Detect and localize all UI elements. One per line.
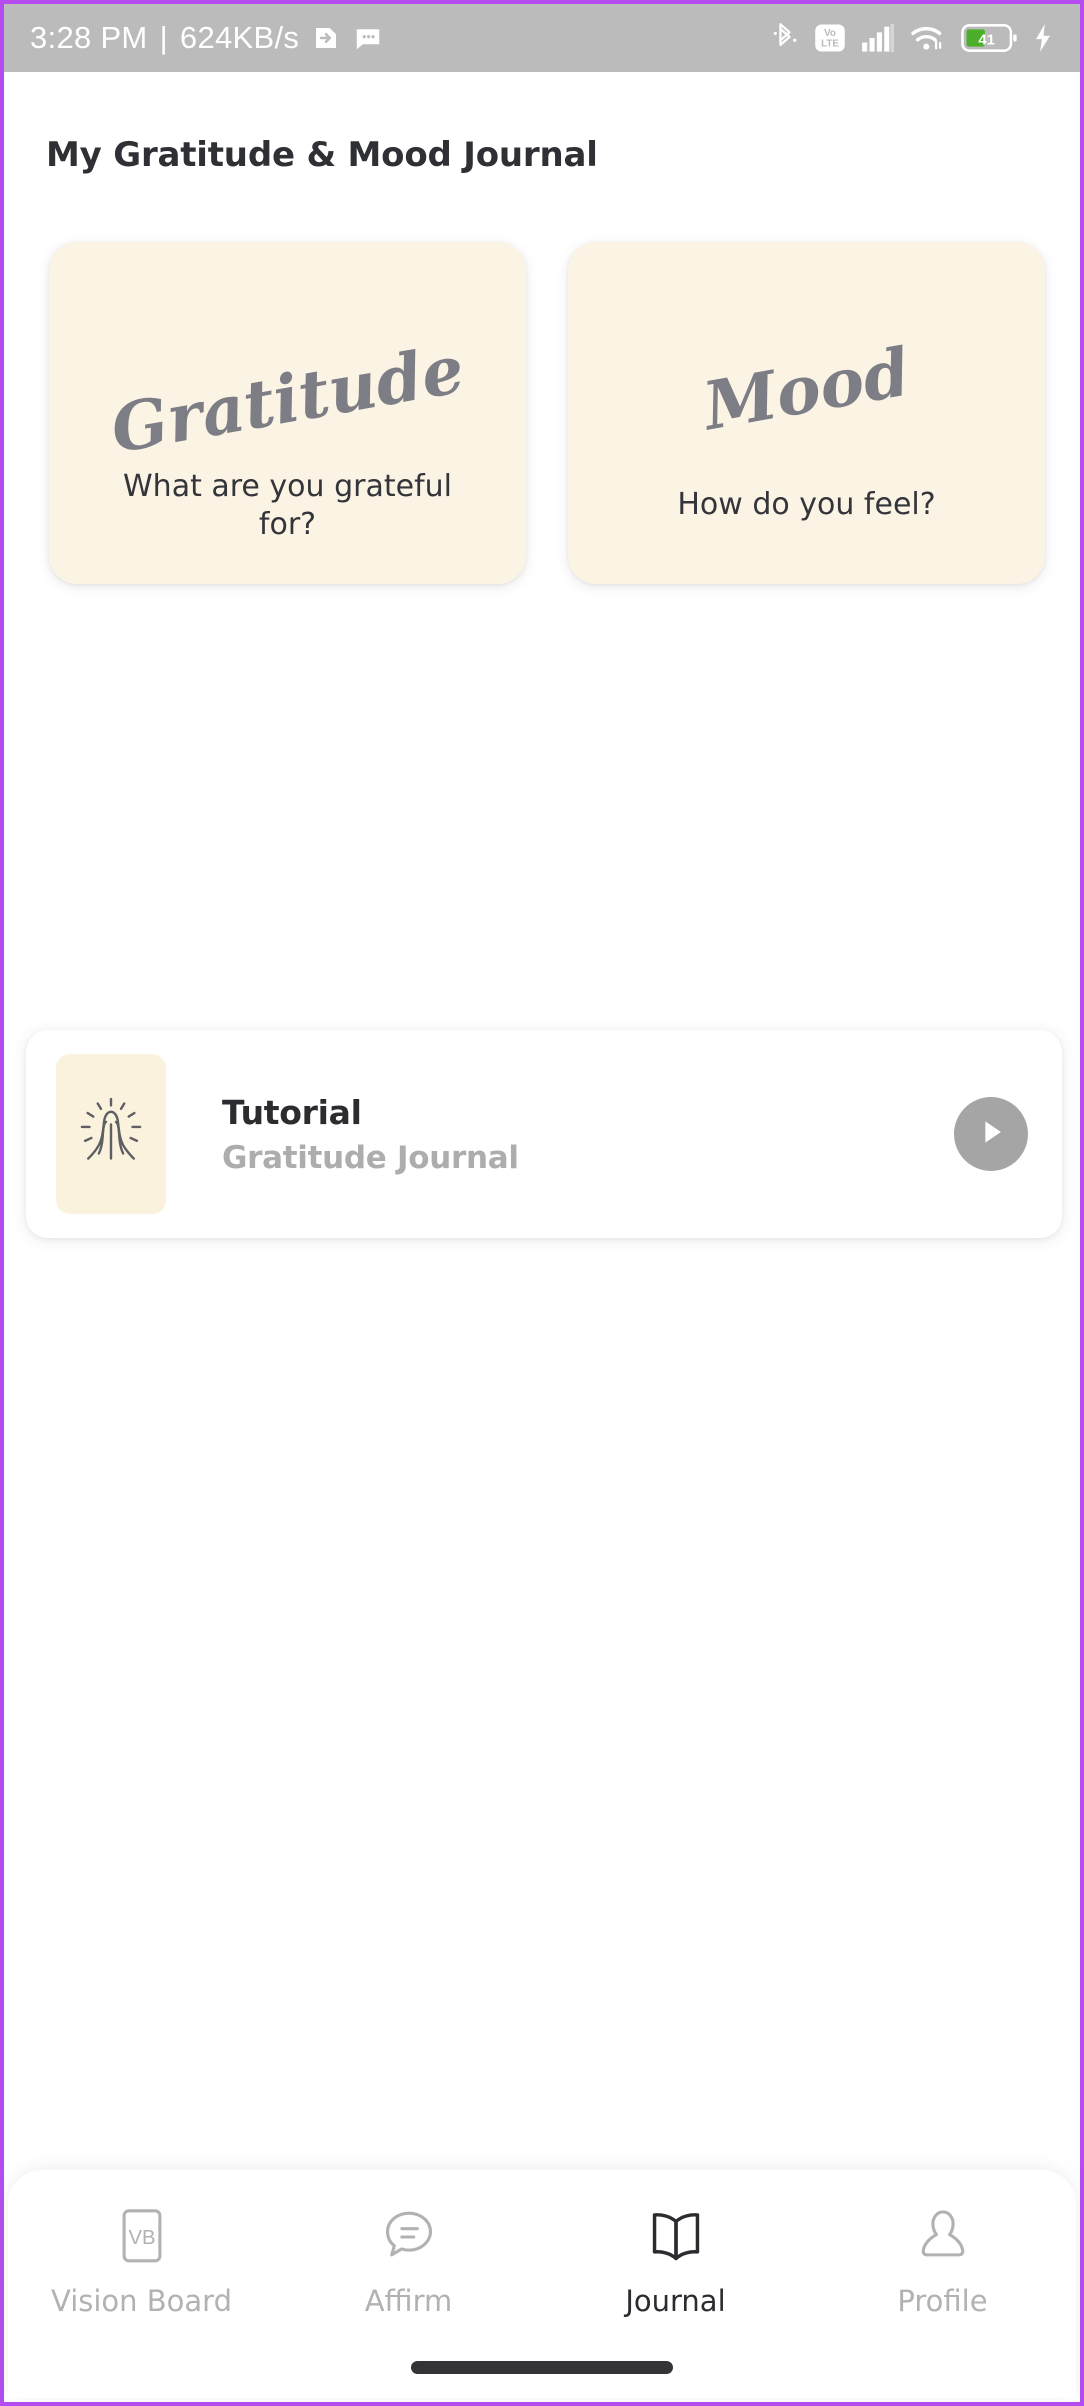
mood-question: How do you feel? [677,487,936,522]
nav-label-affirm: Affirm [364,2284,453,2318]
person-icon [915,2206,971,2268]
nav-item-vision-board[interactable]: VB Vision Board [8,2206,275,2318]
tutorial-play-button[interactable] [954,1097,1028,1171]
gratitude-card[interactable]: Gratitude What are you grateful for? [49,242,526,584]
praying-hands-icon [73,1089,149,1180]
page-title: My Gratitude & Mood Journal [46,135,598,175]
nav-label-journal: Journal [625,2284,726,2318]
bluetooth-icon [771,22,799,54]
status-bar-left: 3:28 PM | 624KB/s [30,20,771,56]
nav-item-profile[interactable]: Profile [809,2206,1076,2318]
play-icon [974,1115,1008,1154]
speech-bubble-icon [379,2206,439,2268]
mood-card[interactable]: Mood How do you feel? [568,242,1045,584]
mood-script-label: Mood [697,332,916,446]
app-screen: 3:28 PM | 624KB/s Vo LTE 41 My Gratitude… [0,0,1084,2406]
status-time: 3:28 PM [30,20,148,55]
bottom-nav-items: VB Vision Board Affirm Journal Profile [8,2206,1076,2318]
vision-board-icon: VB [114,2206,170,2268]
message-icon [353,23,383,53]
nav-label-vision-board: Vision Board [51,2284,232,2318]
gratitude-question: What are you grateful for? [123,469,452,543]
signal-icon [861,23,895,53]
status-separator: | [159,20,168,55]
charging-icon [1032,23,1054,53]
wifi-icon [910,23,946,53]
screenshot-icon [311,23,341,53]
svg-text:Vo: Vo [824,28,836,39]
status-bar: 3:28 PM | 624KB/s Vo LTE 41 [4,4,1080,72]
bottom-navigation-bar: VB Vision Board Affirm Journal Profile [8,2170,1076,2398]
nav-item-affirm[interactable]: Affirm [275,2206,542,2318]
volte-icon: Vo LTE [814,22,846,54]
open-book-icon [647,2206,705,2268]
journal-cards-row: Gratitude What are you grateful for? Moo… [49,242,1045,584]
tutorial-card[interactable]: Tutorial Gratitude Journal [26,1030,1062,1238]
status-bar-right: Vo LTE 41 [771,22,1054,54]
svg-text:LTE: LTE [821,39,839,50]
nav-label-profile: Profile [897,2284,988,2318]
svg-text:41: 41 [978,31,995,48]
home-indicator[interactable] [411,2361,673,2374]
battery-icon: 41 [961,23,1017,53]
status-network-speed: 624KB/s [179,20,300,55]
tutorial-subtitle: Gratitude Journal [222,1139,519,1176]
tutorial-text-block: Tutorial Gratitude Journal [222,1093,954,1176]
nav-item-journal[interactable]: Journal [542,2206,809,2318]
gratitude-script-label: Gratitude [105,329,470,469]
svg-text:VB: VB [128,2227,155,2249]
tutorial-thumbnail [56,1054,166,1214]
tutorial-title: Tutorial [222,1092,362,1132]
